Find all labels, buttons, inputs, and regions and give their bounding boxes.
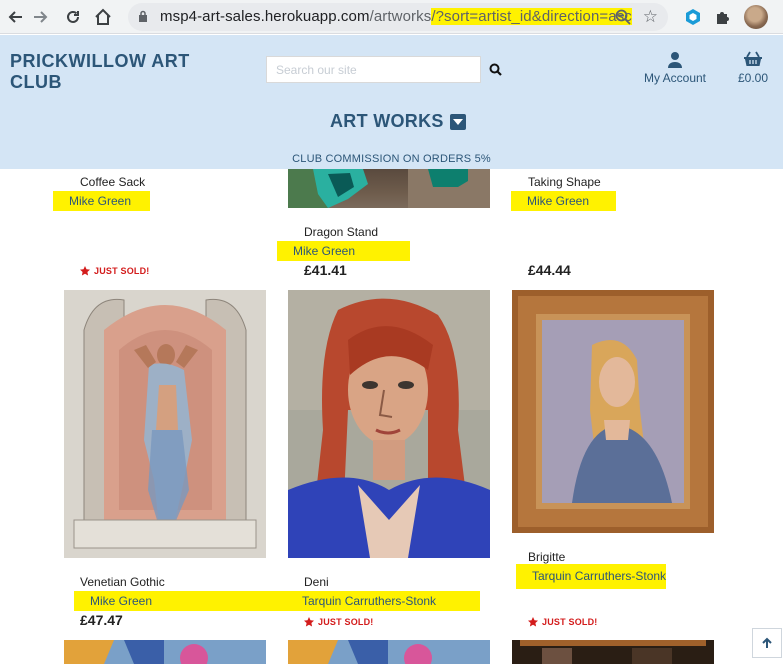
caret-down-icon [449, 113, 466, 130]
browser-toolbar: msp4-art-sales.herokuapp.com/artworks/?s… [0, 0, 783, 34]
zoom-icon[interactable] [614, 8, 632, 26]
my-account-link[interactable]: My Account [640, 51, 710, 85]
artwork-card: Coffee Sack Mike Green JUST SOLD! [53, 169, 267, 289]
home-icon[interactable] [90, 4, 116, 30]
search-input[interactable] [267, 57, 480, 82]
artwork-card: Venetian Gothic Mike Green £47.47 [64, 569, 294, 634]
url-text: msp4-art-sales.herokuapp.com/artworks/?s… [160, 8, 632, 25]
star-icon [80, 266, 90, 276]
extension-cube-icon[interactable] [682, 6, 704, 28]
artwork-title[interactable]: Venetian Gothic [80, 575, 165, 589]
artwork-card: Taking Shape Mike Green £44.44 [511, 169, 715, 289]
artwork-price: £44.44 [528, 262, 571, 278]
sold-badge: JUST SOLD! [304, 617, 374, 627]
artwork-image[interactable] [512, 290, 714, 533]
artwork-image[interactable] [64, 640, 266, 664]
artwork-title[interactable]: Deni [304, 575, 329, 589]
address-bar[interactable]: msp4-art-sales.herokuapp.com/artworks/?s… [128, 3, 668, 31]
sold-badge: JUST SOLD! [528, 617, 598, 627]
url-query: /?sort=artist_id&direction=asc [431, 8, 632, 25]
section-title-label: ART WORKS [330, 111, 444, 131]
url-path: /artworks [369, 8, 432, 25]
sold-label: JUST SOLD! [542, 617, 598, 627]
lock-icon [139, 10, 147, 22]
extensions-puzzle-icon[interactable] [712, 6, 734, 28]
artwork-card: Deni Tarquin Carruthers-Stonk JUST SOLD! [286, 569, 491, 634]
star-icon [528, 617, 538, 627]
my-account-label: My Account [643, 71, 707, 85]
artwork-price: £41.41 [304, 262, 347, 278]
search-box [266, 56, 481, 83]
site-header: PRICKWILLOW ART CLUB My Account £0.00 AR… [0, 35, 783, 169]
artwork-artist: Tarquin Carruthers-Stonk [286, 591, 480, 611]
shopping-basket-link[interactable]: £0.00 [733, 51, 773, 85]
artworks-grid: Coffee Sack Mike Green JUST SOLD! Dragon… [0, 169, 783, 664]
back-arrow-icon[interactable] [2, 4, 28, 30]
bookmark-star-icon[interactable]: ☆ [643, 7, 658, 27]
url-host: msp4-art-sales.herokuapp.com [160, 8, 370, 25]
artwork-card: Dragon Stand Mike Green £41.41 [277, 169, 491, 289]
sold-label: JUST SOLD! [94, 266, 150, 276]
artwork-title[interactable]: Coffee Sack [80, 175, 145, 189]
back-to-top-button[interactable] [752, 628, 782, 658]
artwork-card: Brigitte Tarquin Carruthers-Stonk JUST S… [512, 544, 715, 634]
basket-icon [744, 51, 762, 66]
sold-label: JUST SOLD! [318, 617, 374, 627]
art-works-menu[interactable]: ART WORKS [330, 111, 466, 132]
artwork-artist: Mike Green [74, 591, 294, 611]
artwork-title[interactable]: Brigitte [528, 550, 565, 564]
artwork-title[interactable]: Dragon Stand [304, 225, 378, 239]
site-logo[interactable]: PRICKWILLOW ART CLUB [10, 51, 210, 93]
logo-line-1: PRICKWILLOW ART [10, 51, 190, 71]
logo-line-2: CLUB [10, 72, 62, 92]
profile-avatar[interactable] [744, 5, 768, 29]
search-icon [489, 63, 502, 76]
artwork-artist: Mike Green [53, 191, 150, 211]
search-button[interactable] [485, 59, 505, 79]
user-icon [668, 52, 682, 68]
artwork-artist: Tarquin Carruthers-Stonk [516, 564, 666, 589]
reload-icon[interactable] [60, 4, 86, 30]
commission-banner: CLUB COMMISSION ON ORDERS 5% [292, 153, 491, 165]
artwork-artist: Mike Green [511, 191, 616, 211]
star-icon [304, 617, 314, 627]
artwork-price: £47.47 [80, 612, 123, 628]
artwork-image[interactable] [288, 640, 490, 664]
artwork-image[interactable] [288, 290, 490, 558]
artwork-title[interactable]: Taking Shape [528, 175, 601, 189]
artwork-image[interactable] [512, 640, 714, 664]
basket-total: £0.00 [737, 71, 769, 85]
artwork-image[interactable] [64, 290, 266, 558]
sold-badge: JUST SOLD! [80, 266, 150, 276]
forward-arrow-icon[interactable] [28, 4, 54, 30]
arrow-up-icon [762, 637, 772, 648]
artwork-artist: Mike Green [277, 241, 410, 261]
